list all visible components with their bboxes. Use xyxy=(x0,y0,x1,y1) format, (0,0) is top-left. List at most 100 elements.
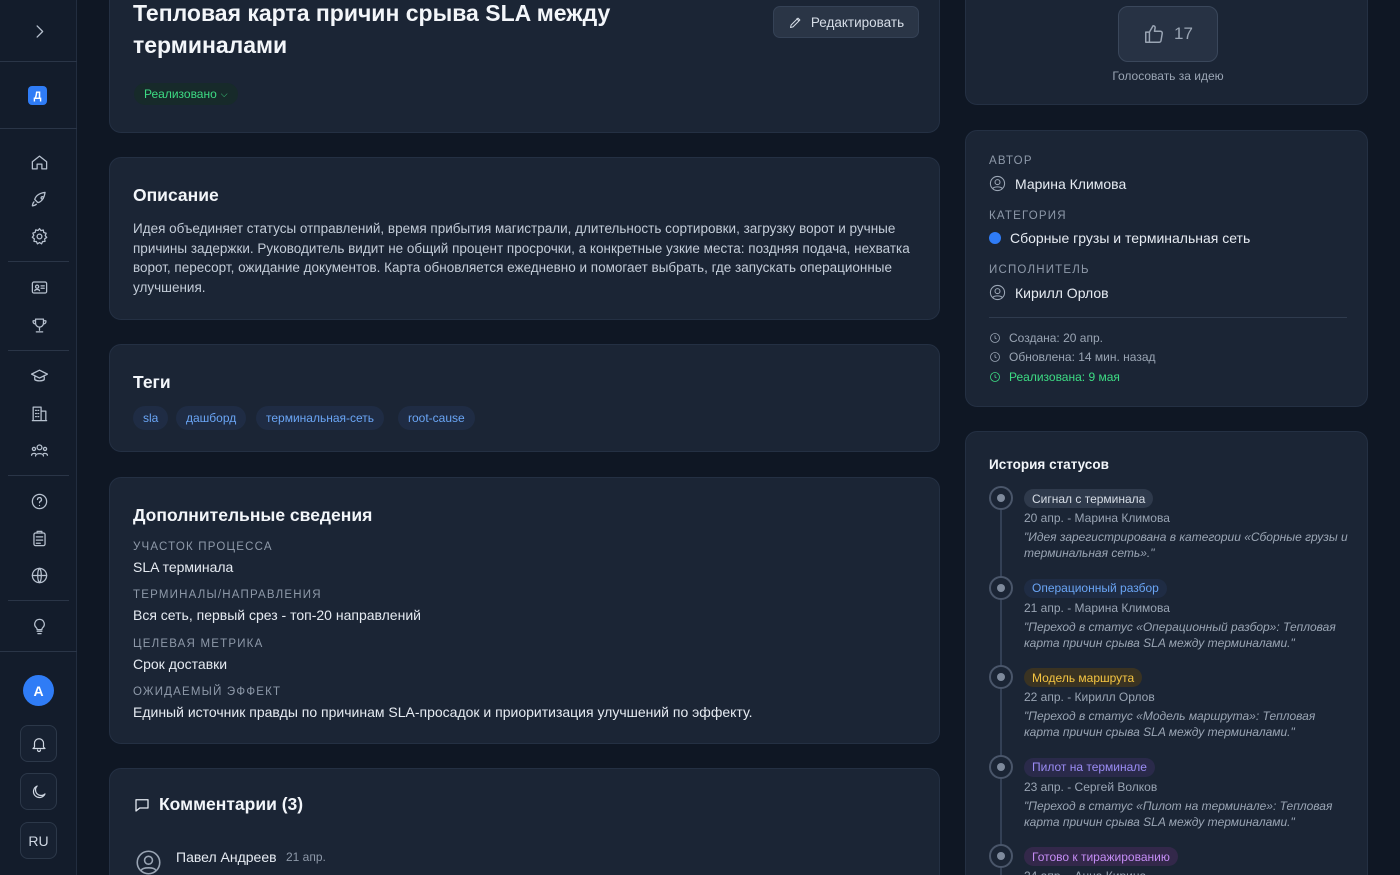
vote-label: Голосовать за идею xyxy=(1112,69,1224,83)
commenter-avatar xyxy=(135,849,162,875)
language-button[interactable]: RU xyxy=(20,822,57,859)
bell-icon xyxy=(31,737,46,752)
nav-trophy[interactable] xyxy=(25,311,53,339)
trophy-icon xyxy=(31,318,47,332)
page-title: Тепловая карта причин срыва SLA между те… xyxy=(133,0,611,58)
description-text: Идея объединяет статусы отправлений, вре… xyxy=(133,221,910,295)
nav-organization[interactable] xyxy=(25,399,53,427)
history-card: История статусов Сигнал с терминала 20 ап… xyxy=(965,431,1368,875)
comments-title-text: Комментарии (3) xyxy=(159,794,304,814)
sidebar: Д A RU xyxy=(0,0,77,875)
author-value: Марина Климова xyxy=(989,175,1126,192)
notifications-button[interactable] xyxy=(20,725,57,762)
idea-header-card: Тепловая карта причин срыва SLA между те… xyxy=(109,0,940,133)
implemented-text: Реализована: 9 мая xyxy=(1009,370,1120,384)
tag-item[interactable]: root-cause xyxy=(398,406,475,430)
field-value: Единый источник правды по причинам SLA-п… xyxy=(133,704,753,720)
graduation-cap-icon xyxy=(30,369,48,381)
assignee-value: Кирилл Орлов xyxy=(989,284,1109,301)
divider xyxy=(8,350,69,351)
category-name: Сборные грузы и терминальная сеть xyxy=(1010,230,1251,246)
implemented-meta: Реализована: 9 мая xyxy=(989,370,1120,384)
home-icon xyxy=(31,155,47,169)
users-icon xyxy=(30,443,48,457)
nav-ideas[interactable] xyxy=(25,612,53,640)
timeline-node xyxy=(989,754,1013,779)
nav-global[interactable] xyxy=(25,561,53,589)
timeline-node xyxy=(989,575,1013,600)
nav-settings[interactable] xyxy=(25,222,53,250)
expand-sidebar-button[interactable] xyxy=(25,17,53,45)
info-card: АВТОР Марина Климова КАТЕГОРИЯ Сборные г… xyxy=(965,130,1368,407)
user-circle-icon xyxy=(989,284,1006,301)
tag-item[interactable]: дашборд xyxy=(176,406,247,430)
nav-docs[interactable] xyxy=(25,524,53,552)
divider xyxy=(8,600,69,601)
nav-learning[interactable] xyxy=(25,362,53,390)
timeline-meta: 21 апр. - Марина Климова xyxy=(1024,600,1170,615)
timeline-status-pill: Модель маршрута xyxy=(1024,668,1143,687)
author-name: Марина Климова xyxy=(1015,175,1127,192)
tags-card: Теги sla дашборд терминальная-сеть root-… xyxy=(109,344,940,452)
globe-icon xyxy=(31,567,47,583)
edit-label: Редактировать xyxy=(810,14,905,30)
tag-item[interactable]: sla xyxy=(133,406,169,430)
clipboard-icon xyxy=(32,530,46,546)
updated-text: Обновлена: 14 мин. назад xyxy=(1009,350,1156,364)
timeline-status-pill: Пилот на терминале xyxy=(1024,757,1155,777)
timeline-note: "Переход в статус «Модель маршрута»: Теп… xyxy=(1024,709,1316,739)
description-title: Описание xyxy=(133,185,219,205)
category-color-dot xyxy=(989,232,1001,244)
comment-author: Павел Андреев xyxy=(176,849,277,865)
theme-toggle-button[interactable] xyxy=(20,773,57,810)
moon-icon xyxy=(32,784,46,798)
gear-icon xyxy=(31,227,47,244)
comments-card: Комментарии (3) Павел Андреев 21 апр. xyxy=(109,768,940,875)
id-card-icon xyxy=(31,280,47,294)
timeline-meta: 24 апр. - Анна Кирина xyxy=(1024,869,1146,875)
timeline-node xyxy=(989,486,1013,510)
timeline-status-pill: Сигнал с терминала xyxy=(1024,489,1154,508)
field-label: Терминалы/направления xyxy=(133,589,322,601)
building-icon xyxy=(31,406,47,421)
divider xyxy=(0,61,77,62)
field-label: Ожидаемый эффект xyxy=(133,686,282,698)
divider xyxy=(989,317,1347,318)
comments-title: Комментарии (3) xyxy=(133,794,303,815)
user-avatar[interactable]: A xyxy=(23,675,54,706)
clock-icon xyxy=(990,372,1000,382)
nav-home[interactable] xyxy=(25,148,53,176)
thumbs-up-icon xyxy=(1145,25,1164,43)
timeline-note: "Идея зарегистрирована в категории «Сбор… xyxy=(1024,530,1348,560)
user-circle-icon xyxy=(989,175,1006,192)
chevron-right-icon xyxy=(35,24,43,38)
timeline-status-pill: Готово к тиражированию xyxy=(1024,847,1178,866)
edit-button[interactable]: Редактировать xyxy=(773,6,919,38)
details-title: Дополнительные сведения xyxy=(133,505,373,525)
vote-button[interactable]: 17 xyxy=(1118,6,1218,62)
author-label: АВТОР xyxy=(989,155,1033,167)
nav-launch[interactable] xyxy=(25,185,53,213)
nav-help[interactable] xyxy=(25,487,53,515)
field-value: Вся сеть, первый срез - топ-20 направлен… xyxy=(133,607,421,623)
clock-icon xyxy=(990,352,1000,362)
timeline-meta: 20 апр. - Марина Климова xyxy=(1024,511,1170,525)
pencil-icon xyxy=(789,17,801,28)
nav-profile-card[interactable] xyxy=(25,273,53,301)
field-label: Целевая метрика xyxy=(133,638,264,650)
field-label: Участок процесса xyxy=(133,541,273,553)
divider xyxy=(8,475,69,476)
field-value: Срок доставки xyxy=(133,656,228,672)
clock-icon xyxy=(990,333,1000,343)
user-circle-icon xyxy=(136,850,161,875)
help-icon xyxy=(31,493,47,509)
workspace-badge[interactable]: Д xyxy=(28,86,47,105)
timeline-note: "Переход в статус «Операционный разбор»:… xyxy=(1024,619,1336,650)
divider xyxy=(0,128,77,129)
assignee-label: ИСПОЛНИТЕЛЬ xyxy=(989,264,1090,276)
tag-item[interactable]: терминальная-сеть xyxy=(256,406,385,430)
nav-team[interactable] xyxy=(25,436,53,464)
updated-meta: Обновлена: 14 мин. назад xyxy=(989,350,1156,364)
divider xyxy=(0,651,77,652)
status-dropdown[interactable]: Реализовано ⌵ xyxy=(134,83,238,105)
